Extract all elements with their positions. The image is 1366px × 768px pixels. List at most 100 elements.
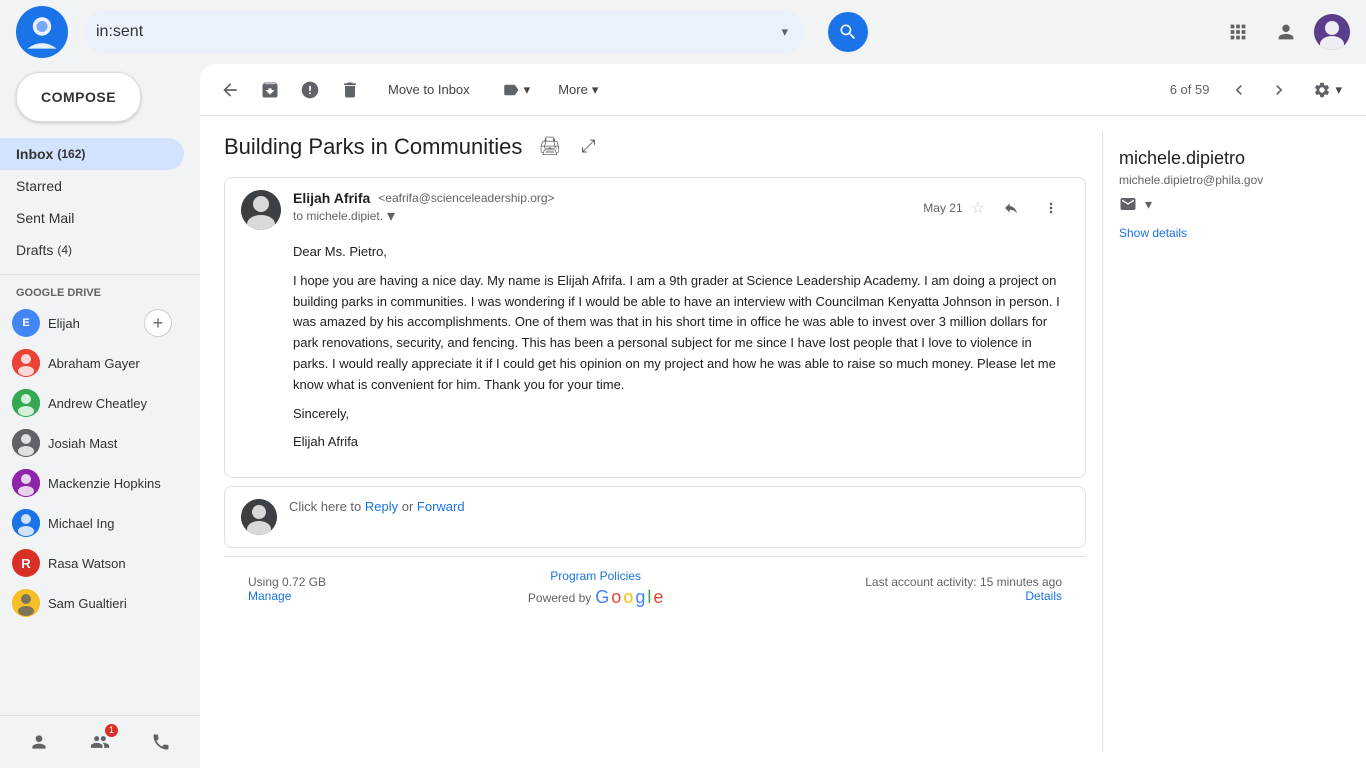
sidebar-item-starred[interactable]: Starred — [0, 170, 184, 202]
inline-actions — [993, 190, 1069, 226]
to-label: to michele.dipiet. — [293, 209, 383, 223]
footer-left: Using 0.72 GB Manage — [248, 575, 326, 603]
account-icon[interactable] — [1266, 12, 1306, 52]
reply-avatar — [241, 499, 277, 535]
sent-label: Sent Mail — [16, 210, 74, 226]
people-icon[interactable] — [21, 724, 57, 760]
search-button[interactable] — [828, 12, 868, 52]
sam-name: Sam Gualtieri — [48, 596, 127, 611]
sender-info: Elijah Afrifa <eafrifa@scienceleadership… — [293, 190, 911, 230]
spam-button[interactable] — [292, 72, 328, 108]
apps-icon[interactable] — [1218, 12, 1258, 52]
move-to-inbox-button[interactable]: Move to Inbox — [372, 76, 486, 103]
sidebar: COMPOSE Inbox (162) Starred Sent Mail Dr… — [0, 64, 200, 768]
search-input[interactable] — [96, 23, 777, 41]
user-avatar[interactable] — [1314, 14, 1350, 50]
mail-dropdown-icon[interactable]: ▾ — [1145, 196, 1152, 213]
app-logo[interactable] — [16, 6, 68, 58]
contact-item-elijah[interactable]: E Elijah + — [0, 303, 184, 343]
more-options-button[interactable] — [1033, 190, 1069, 226]
sidebar-item-inbox[interactable]: Inbox (162) — [0, 138, 184, 170]
contact-header-name: michele.dipietro — [1119, 148, 1326, 169]
archive-button[interactable] — [252, 72, 288, 108]
mackenzie-name: Mackenzie Hopkins — [48, 476, 161, 491]
andrew-name: Andrew Cheatley — [48, 396, 147, 411]
contact-item-josiah[interactable]: Josiah Mast — [0, 423, 184, 463]
contact-actions: ▾ — [1119, 195, 1326, 213]
sender-avatar — [241, 190, 281, 230]
footer-center: Program Policies Powered by Google — [528, 569, 663, 608]
topbar: ▾ — [0, 0, 1366, 64]
rasa-avatar: R — [12, 549, 40, 577]
email-toolbar: Move to Inbox ▾ More ▾ 6 of 59 ▾ — [200, 64, 1366, 116]
sam-avatar — [12, 589, 40, 617]
reply-prompt: Click here to Reply or Forward — [289, 499, 465, 514]
to-info: to michele.dipiet. ▾ — [293, 206, 911, 226]
abraham-name: Abraham Gayer — [48, 356, 140, 371]
sidebar-item-sent[interactable]: Sent Mail — [0, 202, 184, 234]
email-footer: Using 0.72 GB Manage Program Policies Po… — [224, 556, 1086, 620]
powered-by-label: Powered by — [528, 591, 591, 605]
drafts-label: Drafts — [16, 242, 53, 258]
contacts-badge: 1 — [105, 724, 118, 737]
email-body: Dear Ms. Pietro, I hope you are having a… — [225, 242, 1085, 477]
contacts-icon[interactable]: 1 — [82, 724, 118, 760]
drafts-badge: (4) — [57, 243, 72, 257]
forward-link[interactable]: Forward — [417, 499, 465, 514]
elijah-name: Elijah — [48, 316, 80, 331]
reply-link[interactable]: Reply — [365, 499, 398, 514]
expand-icon[interactable]: ⤢ — [577, 132, 599, 161]
storage-info: Using 0.72 GB — [248, 575, 326, 589]
label-button[interactable]: ▾ — [490, 75, 543, 105]
more-dropdown-icon: ▾ — [592, 82, 599, 98]
contact-item-andrew[interactable]: Andrew Cheatley — [0, 383, 184, 423]
contact-item-sam[interactable]: Sam Gualtieri — [0, 583, 184, 623]
sender-email: <eafrifa@scienceleadership.org> — [378, 191, 554, 205]
page-info: 6 of 59 — [1162, 82, 1218, 97]
reply-button[interactable] — [993, 190, 1029, 226]
michael-avatar — [12, 509, 40, 537]
search-bar[interactable]: ▾ — [84, 10, 804, 54]
program-policies-link[interactable]: Program Policies — [550, 569, 641, 583]
search-dropdown-icon[interactable]: ▾ — [777, 20, 792, 44]
manage-link[interactable]: Manage — [248, 589, 291, 603]
settings-button[interactable]: ▾ — [1301, 75, 1354, 105]
contact-item-rasa[interactable]: R Rasa Watson — [0, 543, 184, 583]
add-contact-button[interactable]: + — [144, 309, 172, 337]
reply-area[interactable]: Click here to Reply or Forward — [224, 486, 1086, 548]
contact-item-abraham[interactable]: Abraham Gayer — [0, 343, 184, 383]
mackenzie-avatar — [12, 469, 40, 497]
prev-page-button[interactable] — [1221, 72, 1257, 108]
michael-name: Michael Ing — [48, 516, 114, 531]
topbar-right — [1218, 12, 1350, 52]
mail-icon[interactable] — [1119, 195, 1137, 213]
josiah-avatar — [12, 429, 40, 457]
more-label: More — [558, 82, 588, 97]
details-link[interactable]: Details — [1025, 589, 1062, 603]
label-dropdown-icon: ▾ — [524, 82, 531, 98]
toolbar-right: 6 of 59 ▾ — [1162, 72, 1354, 108]
sidebar-item-drafts[interactable]: Drafts (4) — [0, 234, 184, 266]
compose-button[interactable]: COMPOSE — [16, 72, 141, 122]
show-details-link[interactable]: Show details — [1119, 226, 1187, 240]
andrew-avatar — [12, 389, 40, 417]
sender-name: Elijah Afrifa — [293, 190, 370, 206]
email-message: Elijah Afrifa <eafrifa@scienceleadership… — [224, 177, 1086, 478]
contact-item-michael[interactable]: Michael Ing — [0, 503, 184, 543]
to-toggle[interactable]: ▾ — [387, 206, 395, 226]
contact-item-mackenzie[interactable]: Mackenzie Hopkins — [0, 463, 184, 503]
star-icon[interactable]: ☆ — [971, 198, 985, 218]
inbox-badge: (162) — [57, 147, 85, 161]
contact-header-email: michele.dipietro@phila.gov — [1119, 173, 1326, 187]
phone-icon[interactable] — [143, 724, 179, 760]
main-layout: COMPOSE Inbox (162) Starred Sent Mail Dr… — [0, 64, 1366, 768]
more-button[interactable]: More ▾ — [546, 76, 610, 104]
print-icon[interactable]: 🖨 — [534, 132, 565, 161]
settings-dropdown-icon: ▾ — [1335, 82, 1342, 98]
body-paragraph: I hope you are having a nice day. My nam… — [293, 271, 1069, 396]
back-button[interactable] — [212, 72, 248, 108]
delete-button[interactable] — [332, 72, 368, 108]
abraham-avatar — [12, 349, 40, 377]
rasa-name: Rasa Watson — [48, 556, 126, 571]
next-page-button[interactable] — [1261, 72, 1297, 108]
